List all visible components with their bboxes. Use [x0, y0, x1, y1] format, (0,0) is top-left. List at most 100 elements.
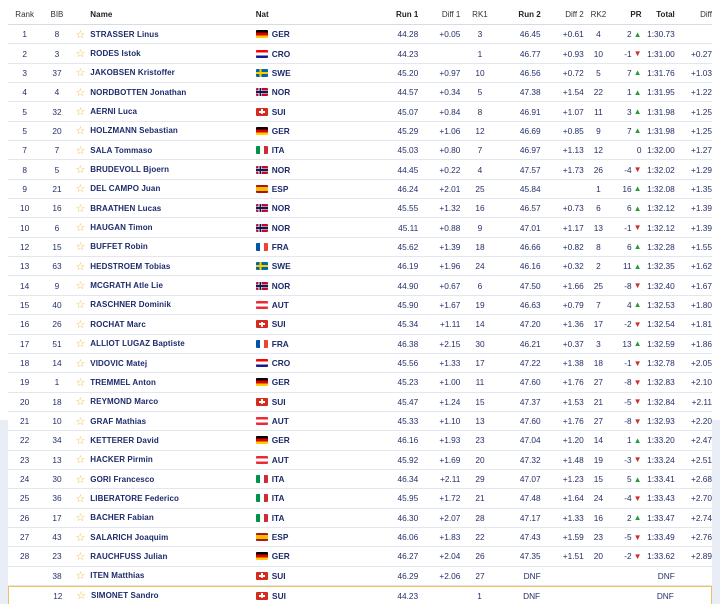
athlete-name[interactable]: JAKOBSEN Kristoffer [88, 68, 255, 77]
athlete-name[interactable]: STRASSER Linus [88, 30, 255, 39]
athlete-name[interactable]: KETTERER David [88, 436, 255, 445]
athlete-name[interactable]: DEL CAMPO Juan [88, 184, 255, 193]
favorite-star-icon[interactable]: ☆ [73, 492, 89, 505]
table-row[interactable]: 28 23 ☆ RAUCHFUSS Julian GER 46.27 +2.04 26 47.3… [8, 547, 712, 567]
table-row[interactable]: 13 63 ☆ HEDSTROEM Tobias SWE 46.19 +1.96 24 46.1… [8, 257, 712, 277]
favorite-star-icon[interactable]: ☆ [73, 163, 89, 176]
athlete-name[interactable]: BRAATHEN Lucas [88, 204, 255, 213]
athlete-name[interactable]: GRAF Mathias [88, 417, 255, 426]
header-run1[interactable]: Run 1 [387, 10, 418, 19]
favorite-star-icon[interactable]: ☆ [73, 531, 89, 544]
table-row[interactable]: 16 26 ☆ ROCHAT Marc SUI 45.34 +1.11 14 47.20 +1.3… [8, 315, 712, 335]
table-row[interactable]: 10 6 ☆ HAUGAN Timon NOR 45.11 +0.88 9 47.01 +1.17… [8, 218, 712, 238]
table-row[interactable]: 5 32 ☆ AERNI Luca SUI 45.07 +0.84 8 46.91 +1.07 11… [8, 102, 712, 122]
table-row[interactable]: 27 43 ☆ SALARICH Joaquim ESP 46.06 +1.83 22 47.4… [8, 527, 712, 548]
favorite-star-icon[interactable]: ☆ [73, 66, 89, 79]
athlete-name[interactable]: LIBERATORE Federico [88, 494, 255, 503]
athlete-name[interactable]: AERNI Luca [88, 107, 255, 116]
athlete-name[interactable]: RASCHNER Dominik [88, 300, 255, 309]
athlete-name[interactable]: HACKER Pirmin [88, 455, 255, 464]
athlete-name[interactable]: RAUCHFUSS Julian [88, 552, 255, 561]
athlete-name[interactable]: BUFFET Robin [88, 242, 255, 251]
athlete-name[interactable]: SALA Tommaso [88, 146, 255, 155]
favorite-star-icon[interactable]: ☆ [73, 395, 89, 408]
favorite-star-icon[interactable]: ☆ [73, 337, 89, 350]
table-row[interactable]: 8 5 ☆ BRUDEVOLL Bjoern NOR 44.45 +0.22 4 47.57 +1… [8, 160, 712, 180]
athlete-name[interactable]: ROCHAT Marc [88, 320, 255, 329]
favorite-star-icon[interactable]: ☆ [73, 124, 89, 137]
athlete-name[interactable]: HAUGAN Timon [88, 223, 255, 232]
header-diff1[interactable]: Diff 1 [418, 10, 461, 19]
athlete-name[interactable]: HOLZMANN Sebastian [88, 126, 255, 135]
header-bib[interactable]: BIB [41, 10, 72, 19]
athlete-name[interactable]: RODES Istok [88, 49, 255, 58]
table-row[interactable]: 10 16 ☆ BRAATHEN Lucas NOR 45.55 +1.32 16 46.57 +… [8, 199, 712, 219]
favorite-star-icon[interactable]: ☆ [73, 453, 89, 466]
header-rank[interactable]: Rank [8, 10, 41, 19]
athlete-name[interactable]: NORDBOTTEN Jonathan [88, 88, 255, 97]
favorite-star-icon[interactable]: ☆ [73, 86, 89, 99]
table-row[interactable]: 7 7 ☆ SALA Tommaso ITA 45.03 +0.80 7 46.97 +1.13 1… [8, 141, 712, 161]
athlete-name[interactable]: VIDOVIC Matej [88, 359, 255, 368]
athlete-name[interactable]: BRUDEVOLL Bjoern [88, 165, 255, 174]
table-row[interactable]: 38 ☆ ITEN Matthias SUI 46.29 +2.06 27 DNF DNF [8, 566, 712, 586]
table-row[interactable]: 23 13 ☆ HACKER Pirmin AUT 45.92 +1.69 20 47.32 +1… [8, 450, 712, 470]
table-row[interactable]: 3 37 ☆ JAKOBSEN Kristoffer SWE 45.20 +0.97 10 46… [8, 63, 712, 84]
header-rk1[interactable]: RK1 [460, 10, 499, 19]
table-row[interactable]: 20 18 ☆ REYMOND Marco SUI 45.47 +1.24 15 47.37 +1… [8, 393, 712, 412]
table-row[interactable]: 21 10 ☆ GRAF Mathias AUT 45.33 +1.10 13 47.60 +1.… [8, 411, 712, 432]
athlete-name[interactable]: TREMMEL Anton [88, 378, 255, 387]
table-row[interactable]: 22 34 ☆ KETTERER David GER 46.16 +1.93 23 47.04 +… [8, 431, 712, 451]
favorite-star-icon[interactable]: ☆ [73, 240, 89, 253]
table-row[interactable]: 12 15 ☆ BUFFET Robin FRA 45.62 +1.39 18 46.66 +0.… [8, 238, 712, 258]
favorite-star-icon[interactable]: ☆ [73, 279, 89, 292]
athlete-name[interactable]: BACHER Fabian [88, 513, 255, 522]
athlete-name[interactable]: GORI Francesco [88, 475, 255, 484]
favorite-star-icon[interactable]: ☆ [73, 434, 89, 447]
favorite-star-icon[interactable]: ☆ [73, 589, 89, 602]
athlete-name[interactable]: SIMONET Sandro [89, 591, 256, 600]
table-row[interactable]: 18 14 ☆ VIDOVIC Matej CRO 45.56 +1.33 17 47.22 +1… [8, 354, 712, 374]
table-row[interactable]: 9 21 ☆ DEL CAMPO Juan ESP 46.24 +2.01 25 45.84 1 1… [8, 179, 712, 200]
table-row[interactable]: 17 51 ☆ ALLIOT LUGAZ Baptiste FRA 46.38 +2.15 3… [8, 334, 712, 354]
header-total[interactable]: Total [642, 10, 675, 19]
athlete-name[interactable]: MCGRATH Atle Lie [88, 281, 255, 290]
favorite-star-icon[interactable]: ☆ [73, 318, 89, 331]
favorite-star-icon[interactable]: ☆ [73, 473, 89, 486]
header-rk2[interactable]: RK2 [584, 10, 613, 19]
athlete-name[interactable]: ALLIOT LUGAZ Baptiste [88, 339, 255, 348]
header-name[interactable]: Name [88, 10, 255, 19]
table-row[interactable]: 5 20 ☆ HOLZMANN Sebastian GER 45.29 +1.06 12 46.… [8, 122, 712, 142]
favorite-star-icon[interactable]: ☆ [73, 298, 89, 311]
table-row[interactable]: 4 4 ☆ NORDBOTTEN Jonathan NOR 44.57 +0.34 5 47.3… [8, 83, 712, 103]
favorite-star-icon[interactable]: ☆ [73, 202, 89, 215]
table-row[interactable]: 15 40 ☆ RASCHNER Dominik AUT 45.90 +1.67 19 46.6… [8, 295, 712, 316]
athlete-name[interactable]: ITEN Matthias [88, 571, 255, 580]
favorite-star-icon[interactable]: ☆ [73, 182, 89, 195]
favorite-star-icon[interactable]: ☆ [73, 28, 89, 41]
favorite-star-icon[interactable]: ☆ [73, 415, 89, 428]
table-row[interactable]: 19 1 ☆ TREMMEL Anton GER 45.23 +1.00 11 47.60 +1.… [8, 373, 712, 393]
favorite-star-icon[interactable]: ☆ [73, 357, 89, 370]
header-diff2[interactable]: Diff 2 [541, 10, 584, 19]
favorite-star-icon[interactable]: ☆ [73, 260, 89, 273]
header-diff[interactable]: Diff [675, 10, 712, 19]
favorite-star-icon[interactable]: ☆ [73, 376, 89, 389]
table-row[interactable]: 12 ☆ SIMONET Sandro SUI 44.23 1 DNF DNF [8, 585, 712, 604]
favorite-star-icon[interactable]: ☆ [73, 221, 89, 234]
table-row[interactable]: 14 9 ☆ MCGRATH Atle Lie NOR 44.90 +0.67 6 47.50 +… [8, 276, 712, 296]
favorite-star-icon[interactable]: ☆ [73, 511, 89, 524]
header-run2[interactable]: Run 2 [500, 10, 540, 19]
athlete-name[interactable]: HEDSTROEM Tobias [88, 262, 255, 271]
favorite-star-icon[interactable]: ☆ [73, 569, 89, 582]
favorite-star-icon[interactable]: ☆ [73, 105, 89, 118]
athlete-name[interactable]: REYMOND Marco [88, 397, 255, 406]
favorite-star-icon[interactable]: ☆ [73, 144, 89, 157]
table-row[interactable]: 26 17 ☆ BACHER Fabian ITA 46.30 +2.07 28 47.17 +1… [8, 509, 712, 528]
table-row[interactable]: 2 3 ☆ RODES Istok CRO 44.23 1 46.77 +0.93 10 -1 ▼ 1:… [8, 44, 712, 64]
favorite-star-icon[interactable]: ☆ [73, 550, 89, 563]
favorite-star-icon[interactable]: ☆ [73, 47, 89, 60]
table-row[interactable]: 25 36 ☆ LIBERATORE Federico ITA 45.95 +1.72 21 4… [8, 489, 712, 509]
header-pr[interactable]: PR [613, 10, 641, 19]
table-row[interactable]: 1 8 ☆ STRASSER Linus GER 44.28 +0.05 3 46.45 +0.6… [8, 25, 712, 45]
